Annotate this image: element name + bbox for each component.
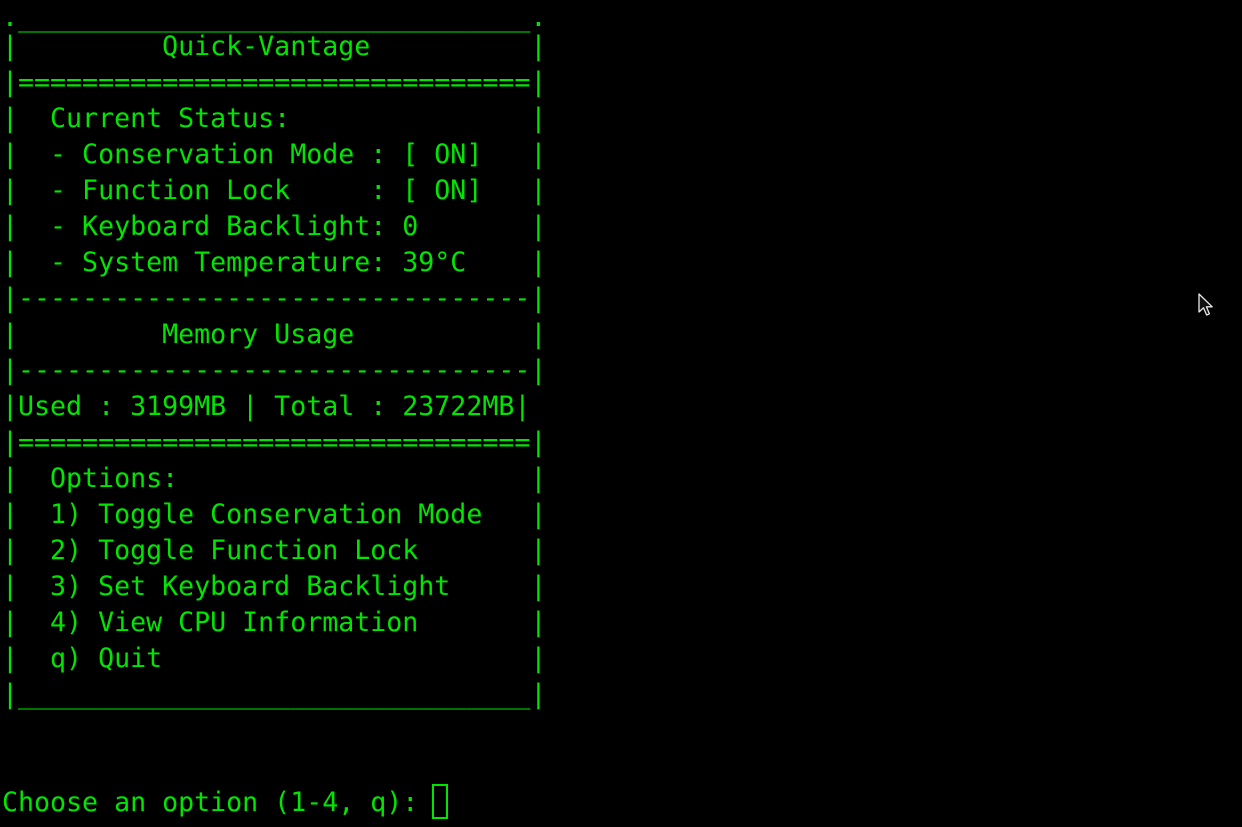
option-view-cpu-information: | 4) View CPU Information | — [2, 607, 547, 638]
panel-rule: |--------------------------------| — [2, 355, 547, 386]
panel-rule: |--------------------------------| — [2, 283, 547, 314]
terminal-screen: .________________________________. | Qui… — [0, 0, 1242, 827]
prompt-label: Choose an option (1-4, q): — [2, 787, 435, 818]
status-conservation-mode: | - Conservation Mode : [ ON] | — [2, 139, 547, 170]
status-keyboard-backlight: | - Keyboard Backlight: 0 | — [2, 211, 547, 242]
option-set-keyboard-backlight: | 3) Set Keyboard Backlight | — [2, 571, 547, 602]
panel-double-rule: |================================| — [2, 67, 547, 98]
status-function-lock: | - Function Lock : [ ON] | — [2, 175, 547, 206]
option-toggle-function-lock: | 2) Toggle Function Lock | — [2, 535, 547, 566]
option-toggle-conservation-mode: | 1) Toggle Conservation Mode | — [2, 499, 547, 530]
panel-title: | Quick-Vantage | — [2, 31, 547, 62]
memory-usage-values: |Used : 3199MB | Total : 23722MB| — [2, 391, 531, 422]
status-header: | Current Status: | — [2, 103, 547, 134]
options-header: | Options: | — [2, 463, 547, 494]
arrow-cursor-icon — [1198, 293, 1213, 316]
panel-bottom-border: |________________________________| — [2, 679, 547, 710]
memory-usage-title: | Memory Usage | — [2, 319, 547, 350]
panel-double-rule: |================================| — [2, 427, 547, 458]
status-system-temperature: | - System Temperature: 39°C | — [2, 247, 547, 278]
block-cursor-icon[interactable] — [432, 784, 448, 819]
option-quit: | q) Quit | — [2, 643, 547, 674]
